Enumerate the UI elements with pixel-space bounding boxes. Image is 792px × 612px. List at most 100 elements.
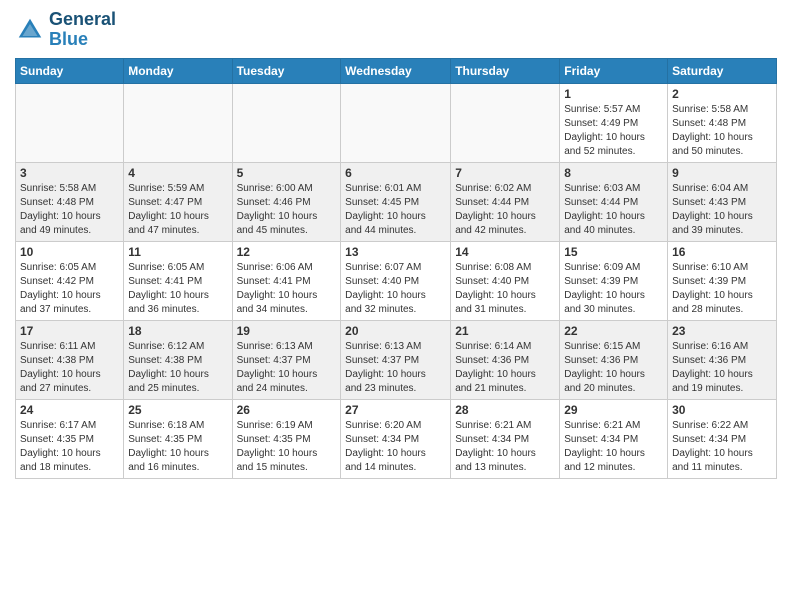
calendar-cell <box>232 83 341 162</box>
day-number: 22 <box>564 324 663 338</box>
day-number: 28 <box>455 403 555 417</box>
day-info: Sunrise: 5:58 AMSunset: 4:48 PMDaylight:… <box>20 182 119 238</box>
day-info: Sunrise: 5:59 AMSunset: 4:47 PMDaylight:… <box>128 182 227 238</box>
calendar-cell: 15Sunrise: 6:09 AMSunset: 4:39 PMDayligh… <box>560 241 668 320</box>
day-number: 2 <box>672 87 772 101</box>
calendar-cell: 28 Sunrise: 6:21 AMSunset: 4:34 PMDayligh… <box>451 399 560 478</box>
day-number: 30 <box>672 403 772 417</box>
week-row-0: 1 Sunrise: 5:57 AMSunset: 4:49 PMDaylight… <box>16 83 777 162</box>
day-info: Sunrise: 6:05 AMSunset: 4:41 PMDaylight:… <box>128 261 227 317</box>
day-info: Sunrise: 6:20 AMSunset: 4:34 PMDaylight:… <box>345 419 446 475</box>
day-number: 26 <box>237 403 337 417</box>
calendar-cell: 18 Sunrise: 6:12 AMSunset: 4:38 PMDayligh… <box>124 320 232 399</box>
weekday-header-tuesday: Tuesday <box>232 58 341 83</box>
day-number: 3 <box>20 166 119 180</box>
day-number: 21 <box>455 324 555 338</box>
calendar-cell: 12Sunrise: 6:06 AMSunset: 4:41 PMDayligh… <box>232 241 341 320</box>
calendar-cell <box>451 83 560 162</box>
calendar-cell: 2 Sunrise: 5:58 AMSunset: 4:48 PMDaylight… <box>668 83 777 162</box>
day-number: 27 <box>345 403 446 417</box>
calendar-cell: 21 Sunrise: 6:14 AMSunset: 4:36 PMDayligh… <box>451 320 560 399</box>
day-number: 1 <box>564 87 663 101</box>
day-info: Sunrise: 6:19 AMSunset: 4:35 PMDaylight:… <box>237 419 337 475</box>
day-number: 19 <box>237 324 337 338</box>
day-info: Sunrise: 6:00 AMSunset: 4:46 PMDaylight:… <box>237 182 337 238</box>
day-number: 8 <box>564 166 663 180</box>
day-info: Sunrise: 6:09 AMSunset: 4:39 PMDaylight:… <box>564 261 663 317</box>
calendar-cell: 6 Sunrise: 6:01 AMSunset: 4:45 PMDaylight… <box>341 162 451 241</box>
calendar-cell <box>124 83 232 162</box>
day-number: 13 <box>345 245 446 259</box>
day-info: Sunrise: 6:21 AMSunset: 4:34 PMDaylight:… <box>455 419 555 475</box>
day-info: Sunrise: 6:21 AMSunset: 4:34 PMDaylight:… <box>564 419 663 475</box>
day-info: Sunrise: 6:07 AMSunset: 4:40 PMDaylight:… <box>345 261 446 317</box>
day-info: Sunrise: 6:17 AMSunset: 4:35 PMDaylight:… <box>20 419 119 475</box>
day-number: 11 <box>128 245 227 259</box>
calendar-cell: 10 Sunrise: 6:05 AMSunset: 4:42 PMDayligh… <box>16 241 124 320</box>
day-number: 18 <box>128 324 227 338</box>
calendar-cell: 1 Sunrise: 5:57 AMSunset: 4:49 PMDaylight… <box>560 83 668 162</box>
calendar-cell: 19 Sunrise: 6:13 AMSunset: 4:37 PMDayligh… <box>232 320 341 399</box>
calendar-cell: 20Sunrise: 6:13 AMSunset: 4:37 PMDayligh… <box>341 320 451 399</box>
calendar-cell: 24 Sunrise: 6:17 AMSunset: 4:35 PMDayligh… <box>16 399 124 478</box>
logo-icon <box>15 15 45 45</box>
weekday-header-sunday: Sunday <box>16 58 124 83</box>
day-number: 5 <box>237 166 337 180</box>
calendar-cell: 25 Sunrise: 6:18 AMSunset: 4:35 PMDayligh… <box>124 399 232 478</box>
calendar-cell: 13 Sunrise: 6:07 AMSunset: 4:40 PMDayligh… <box>341 241 451 320</box>
calendar-cell: 8 Sunrise: 6:03 AMSunset: 4:44 PMDaylight… <box>560 162 668 241</box>
day-info: Sunrise: 6:13 AMSunset: 4:37 PMDaylight:… <box>237 340 337 396</box>
day-info: Sunrise: 6:05 AMSunset: 4:42 PMDaylight:… <box>20 261 119 317</box>
day-number: 7 <box>455 166 555 180</box>
logo-text-line2: Blue <box>49 30 116 50</box>
calendar-table: SundayMondayTuesdayWednesdayThursdayFrid… <box>15 58 777 479</box>
calendar-cell: 5 Sunrise: 6:00 AMSunset: 4:46 PMDaylight… <box>232 162 341 241</box>
day-info: Sunrise: 6:12 AMSunset: 4:38 PMDaylight:… <box>128 340 227 396</box>
calendar-cell <box>16 83 124 162</box>
day-info: Sunrise: 6:11 AMSunset: 4:38 PMDaylight:… <box>20 340 119 396</box>
day-info: Sunrise: 6:02 AMSunset: 4:44 PMDaylight:… <box>455 182 555 238</box>
day-number: 25 <box>128 403 227 417</box>
calendar-cell: 16 Sunrise: 6:10 AMSunset: 4:39 PMDayligh… <box>668 241 777 320</box>
day-number: 20 <box>345 324 446 338</box>
day-info: Sunrise: 6:04 AMSunset: 4:43 PMDaylight:… <box>672 182 772 238</box>
logo-text-line1: General <box>49 10 116 30</box>
weekday-header-monday: Monday <box>124 58 232 83</box>
day-info: Sunrise: 6:10 AMSunset: 4:39 PMDaylight:… <box>672 261 772 317</box>
day-number: 23 <box>672 324 772 338</box>
calendar-cell: 11 Sunrise: 6:05 AMSunset: 4:41 PMDayligh… <box>124 241 232 320</box>
calendar-cell <box>341 83 451 162</box>
calendar-cell: 14Sunrise: 6:08 AMSunset: 4:40 PMDayligh… <box>451 241 560 320</box>
week-row-4: 24 Sunrise: 6:17 AMSunset: 4:35 PMDayligh… <box>16 399 777 478</box>
calendar-container: General Blue SundayMondayTuesdayWednesda… <box>0 0 792 489</box>
day-info: Sunrise: 6:15 AMSunset: 4:36 PMDaylight:… <box>564 340 663 396</box>
calendar-cell: 29 Sunrise: 6:21 AMSunset: 4:34 PMDayligh… <box>560 399 668 478</box>
calendar-cell: 26 Sunrise: 6:19 AMSunset: 4:35 PMDayligh… <box>232 399 341 478</box>
day-info: Sunrise: 6:03 AMSunset: 4:44 PMDaylight:… <box>564 182 663 238</box>
day-info: Sunrise: 6:06 AMSunset: 4:41 PMDaylight:… <box>237 261 337 317</box>
logo: General Blue <box>15 10 116 50</box>
day-info: Sunrise: 6:18 AMSunset: 4:35 PMDaylight:… <box>128 419 227 475</box>
day-info: Sunrise: 6:16 AMSunset: 4:36 PMDaylight:… <box>672 340 772 396</box>
day-number: 29 <box>564 403 663 417</box>
day-number: 24 <box>20 403 119 417</box>
day-info: Sunrise: 5:58 AMSunset: 4:48 PMDaylight:… <box>672 103 772 159</box>
weekday-header-saturday: Saturday <box>668 58 777 83</box>
calendar-cell: 7 Sunrise: 6:02 AMSunset: 4:44 PMDaylight… <box>451 162 560 241</box>
weekday-header-thursday: Thursday <box>451 58 560 83</box>
day-info: Sunrise: 6:14 AMSunset: 4:36 PMDaylight:… <box>455 340 555 396</box>
calendar-cell: 27 Sunrise: 6:20 AMSunset: 4:34 PMDayligh… <box>341 399 451 478</box>
calendar-cell: 22 Sunrise: 6:15 AMSunset: 4:36 PMDayligh… <box>560 320 668 399</box>
day-number: 16 <box>672 245 772 259</box>
day-info: Sunrise: 6:22 AMSunset: 4:34 PMDaylight:… <box>672 419 772 475</box>
day-info: Sunrise: 5:57 AMSunset: 4:49 PMDaylight:… <box>564 103 663 159</box>
day-number: 6 <box>345 166 446 180</box>
day-number: 9 <box>672 166 772 180</box>
weekday-header-wednesday: Wednesday <box>341 58 451 83</box>
calendar-cell: 17 Sunrise: 6:11 AMSunset: 4:38 PMDayligh… <box>16 320 124 399</box>
day-number: 17 <box>20 324 119 338</box>
week-row-1: 3 Sunrise: 5:58 AMSunset: 4:48 PMDaylight… <box>16 162 777 241</box>
day-info: Sunrise: 6:01 AMSunset: 4:45 PMDaylight:… <box>345 182 446 238</box>
calendar-cell: 3 Sunrise: 5:58 AMSunset: 4:48 PMDaylight… <box>16 162 124 241</box>
day-number: 10 <box>20 245 119 259</box>
